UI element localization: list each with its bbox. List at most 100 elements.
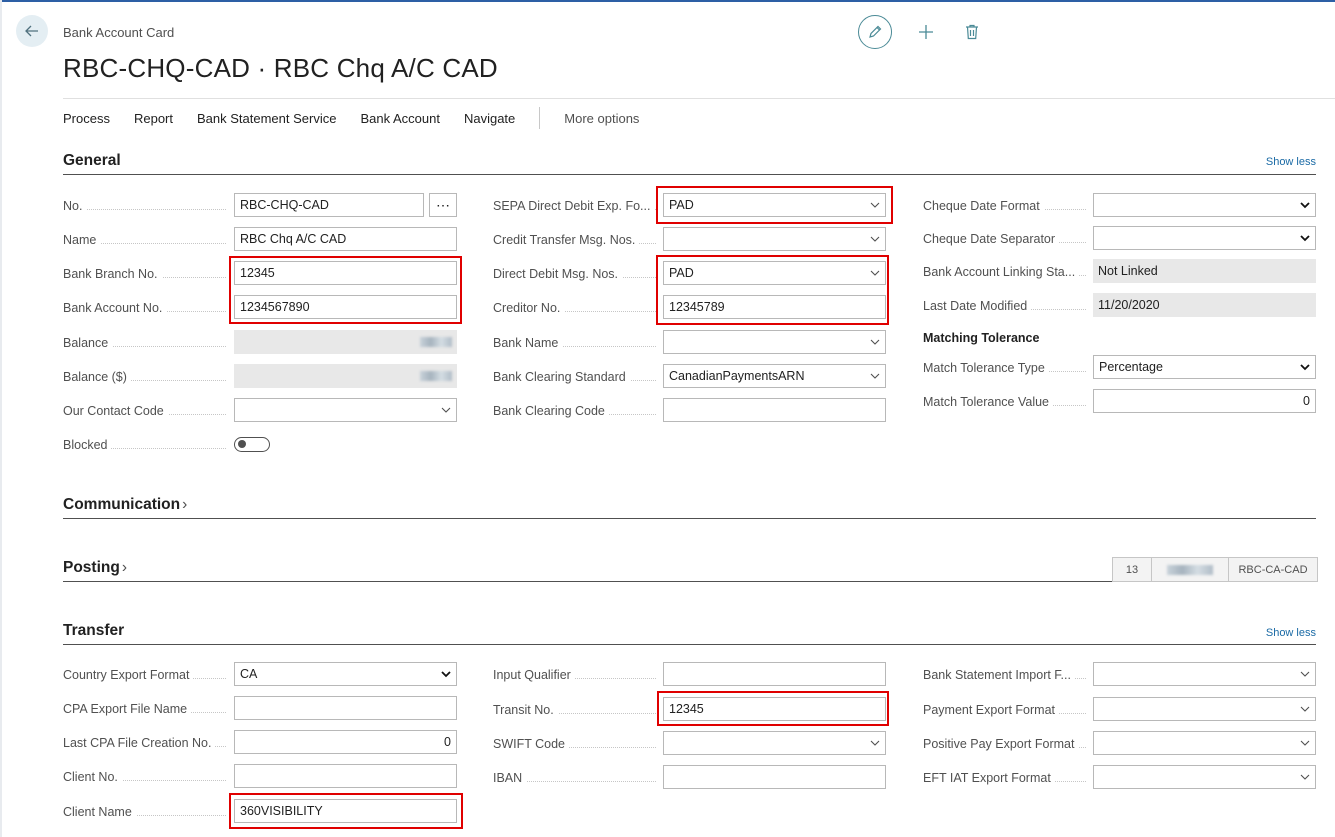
page-caption: Bank Account Card — [63, 25, 175, 40]
section-transfer-title[interactable]: Transfer — [63, 622, 124, 640]
chevron-down-icon — [1300, 202, 1310, 209]
chevron-down-icon — [870, 339, 880, 345]
payment-export-format-field[interactable] — [1093, 697, 1316, 721]
label-blocked: Blocked — [63, 438, 226, 452]
label-positive-pay-export: Positive Pay Export Format — [923, 737, 1086, 751]
credit-transfer-msg-field[interactable] — [663, 227, 886, 251]
positive-pay-export-field[interactable] — [1093, 731, 1316, 755]
label-transit-no: Transit No. — [493, 703, 656, 717]
label-credit-transfer-msg: Credit Transfer Msg. Nos. — [493, 233, 656, 247]
highlight-sepa-direct-debit — [656, 186, 893, 224]
label-bank-branch-no: Bank Branch No. — [63, 267, 226, 281]
back-arrow-icon — [25, 25, 38, 37]
cpa-export-file-name-field[interactable] — [234, 696, 457, 720]
section-transfer-line — [63, 644, 1316, 645]
label-cpa-export-file-name: CPA Export File Name — [63, 702, 226, 716]
page-title: RBC-CHQ-CAD · RBC Chq A/C CAD — [63, 53, 498, 83]
client-no-field[interactable] — [234, 764, 457, 788]
section-communication-line — [63, 518, 1316, 519]
cheque-date-separator-select[interactable] — [1093, 226, 1316, 250]
chevron-down-icon — [870, 373, 880, 379]
no-field[interactable]: RBC-CHQ-CAD — [234, 193, 424, 217]
chevron-down-icon — [870, 236, 880, 242]
action-bar-divider — [63, 98, 1335, 99]
balance-field[interactable] — [234, 330, 457, 354]
section-posting-label: Posting — [63, 559, 120, 576]
bank-name-field[interactable] — [663, 330, 886, 354]
posting-cue-1[interactable]: 13 — [1113, 558, 1152, 581]
action-navigate[interactable]: Navigate — [464, 111, 515, 126]
last-cpa-file-creation-field[interactable]: 0 — [234, 730, 457, 754]
bank-statement-import-field[interactable] — [1093, 662, 1316, 686]
action-bank-account[interactable]: Bank Account — [360, 111, 440, 126]
chevron-down-icon — [1300, 706, 1310, 712]
label-no: No. — [63, 199, 226, 213]
label-name: Name — [63, 233, 226, 247]
label-cheque-date-format: Cheque Date Format — [923, 199, 1086, 213]
section-communication-label: Communication — [63, 496, 181, 513]
chevron-down-icon — [1300, 671, 1310, 677]
label-payment-export-format: Payment Export Format — [923, 703, 1086, 717]
blocked-toggle[interactable] — [234, 437, 270, 452]
pencil-icon — [869, 25, 882, 38]
action-more-options[interactable]: More options — [564, 111, 639, 126]
label-direct-debit-msg: Direct Debit Msg. Nos. — [493, 267, 656, 281]
label-last-cpa-file-creation: Last CPA File Creation No. — [63, 736, 226, 750]
input-qualifier-field[interactable] — [663, 662, 886, 686]
new-button[interactable] — [914, 20, 938, 44]
action-process[interactable]: Process — [63, 111, 110, 126]
name-field[interactable]: RBC Chq A/C CAD — [234, 227, 457, 251]
trash-icon — [966, 24, 978, 40]
label-bank-account-no: Bank Account No. — [63, 301, 226, 315]
action-bank-statement-service[interactable]: Bank Statement Service — [197, 111, 336, 126]
posting-cue-2[interactable] — [1152, 558, 1229, 581]
chevron-down-icon — [1300, 235, 1310, 242]
bank-account-linking-field[interactable]: Not Linked — [1093, 259, 1316, 283]
balance-usd-field[interactable] — [234, 364, 457, 388]
section-general-title[interactable]: General — [63, 152, 121, 170]
back-button[interactable] — [16, 15, 48, 47]
toggle-knob — [238, 440, 246, 449]
label-bank-clearing-standard: Bank Clearing Standard — [493, 370, 656, 384]
eft-iat-export-field[interactable] — [1093, 765, 1316, 789]
last-date-modified-field[interactable]: 11/20/2020 — [1093, 293, 1316, 317]
label-input-qualifier: Input Qualifier — [493, 668, 656, 682]
plus-icon — [919, 25, 933, 39]
label-swift-code: SWIFT Code — [493, 737, 656, 751]
label-eft-iat-export: EFT IAT Export Format — [923, 771, 1086, 785]
label-balance: Balance — [63, 336, 226, 350]
edit-button[interactable] — [858, 15, 892, 49]
label-country-export-format: Country Export Format — [63, 668, 226, 682]
label-creditor-no: Creditor No. — [493, 301, 656, 315]
general-show-less-link[interactable]: Show less — [1266, 156, 1316, 168]
no-assist-button[interactable]: ⋯ — [429, 193, 457, 217]
bank-clearing-code-field[interactable] — [663, 398, 886, 422]
match-tolerance-value-field[interactable]: 0 — [1093, 389, 1316, 413]
balance-blurred-value — [420, 337, 452, 347]
label-sepa-direct-debit: SEPA Direct Debit Exp. Fo... — [493, 199, 656, 213]
label-match-tolerance-type: Match Tolerance Type — [923, 361, 1086, 375]
chevron-down-icon — [441, 407, 451, 413]
highlight-transit-no — [657, 691, 889, 726]
transfer-show-less-link[interactable]: Show less — [1266, 627, 1316, 639]
delete-button[interactable] — [960, 20, 984, 44]
label-match-tolerance-value: Match Tolerance Value — [923, 395, 1086, 409]
chevron-down-icon — [1300, 740, 1310, 746]
our-contact-code-field[interactable] — [234, 398, 457, 422]
bank-clearing-standard-field[interactable]: CanadianPaymentsARN — [663, 364, 886, 388]
posting-cue-3[interactable]: RBC-CA-CAD — [1229, 558, 1317, 581]
country-export-format-select[interactable]: CA — [234, 662, 457, 686]
posting-cue-2-blurred — [1167, 564, 1213, 575]
label-cheque-date-separator: Cheque Date Separator — [923, 232, 1086, 246]
label-client-name: Client Name — [63, 805, 226, 819]
section-communication-title[interactable]: Communication › — [63, 496, 187, 514]
label-client-no: Client No. — [63, 770, 226, 784]
label-bank-clearing-code: Bank Clearing Code — [493, 404, 656, 418]
action-bar: Process Report Bank Statement Service Ba… — [63, 107, 639, 129]
swift-code-field[interactable] — [663, 731, 886, 755]
match-tolerance-type-select[interactable]: Percentage — [1093, 355, 1316, 379]
section-posting-title[interactable]: Posting › — [63, 559, 127, 577]
cheque-date-format-select[interactable] — [1093, 193, 1316, 217]
iban-field[interactable] — [663, 765, 886, 789]
action-report[interactable]: Report — [134, 111, 173, 126]
